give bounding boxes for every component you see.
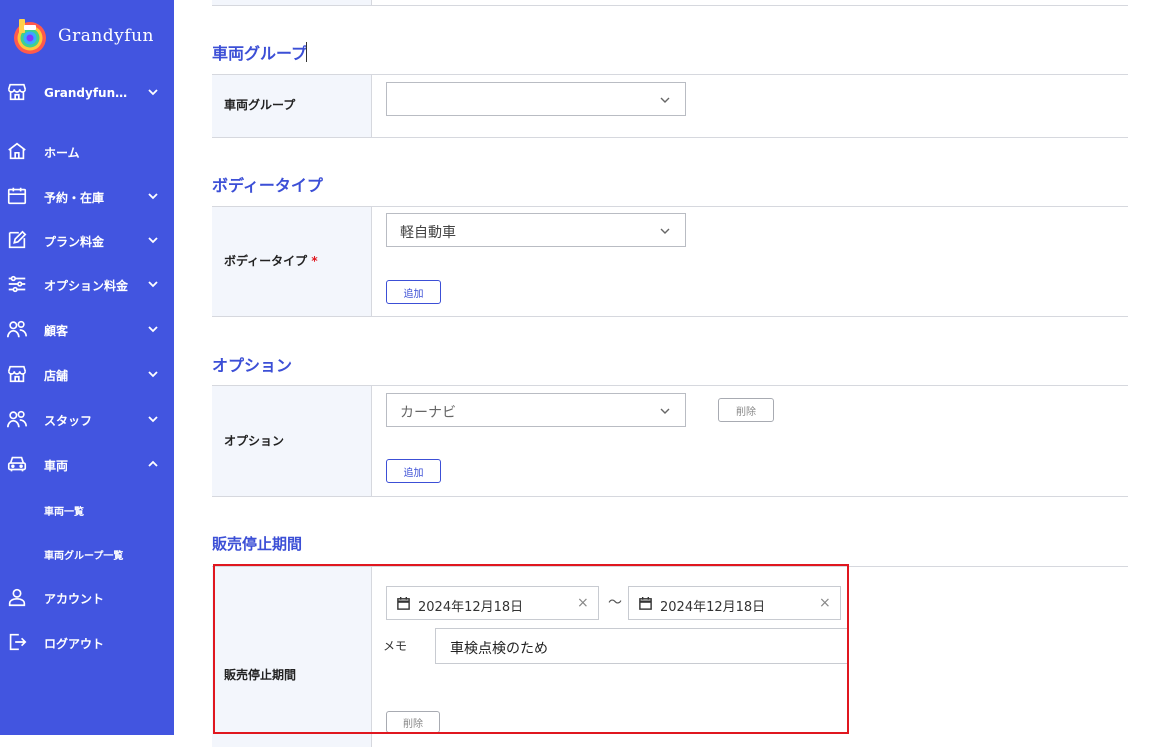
chevron-up-icon xyxy=(148,460,158,467)
memo-input[interactable]: 車検点検のため xyxy=(435,628,847,664)
body-type-label-cell: ボディータイプ * xyxy=(212,207,372,316)
sidebar-item-label: プラン料金 xyxy=(44,234,105,249)
body-type-section-title: ボディータイプ xyxy=(212,176,323,195)
sidebar-item-stores[interactable]: 店舗 xyxy=(0,360,174,390)
memo-label: メモ xyxy=(383,639,408,653)
logo-text: Grandyfun xyxy=(58,26,154,46)
store-icon xyxy=(7,365,27,383)
previous-row-label-cell xyxy=(212,0,372,5)
option-select[interactable]: カーナビ xyxy=(386,393,686,427)
sidebar-item-label: ログアウト xyxy=(44,636,105,651)
chevron-down-icon xyxy=(660,228,670,234)
sidebar-item-customers[interactable]: 顧客 xyxy=(0,315,174,345)
chevron-down-icon xyxy=(148,237,158,244)
date-range-separator: ～ xyxy=(608,595,622,611)
sale-stop-row: 販売停止期間 2024年12月18日 × ～ 2024年12月18日 × メモ … xyxy=(212,566,1128,747)
sidebar-store-selector[interactable]: Grandyfun… xyxy=(0,78,174,108)
calendar-icon xyxy=(639,596,652,610)
chevron-down-icon xyxy=(660,408,670,414)
sidebar-item-label: 顧客 xyxy=(44,323,69,338)
sidebar-item-label: 予約・在庫 xyxy=(44,190,105,205)
store-icon xyxy=(7,83,27,101)
sidebar-subitem-vehicle-list[interactable]: 車両一覧 xyxy=(44,503,84,518)
vehicle-group-section-title: 車両グループ xyxy=(212,44,308,63)
edit-icon xyxy=(8,230,27,249)
users-icon xyxy=(7,320,27,338)
body-type-select[interactable]: 軽自動車 xyxy=(386,213,686,247)
sidebar-item-option-pricing[interactable]: オプション料金 xyxy=(0,270,174,300)
logo-icon xyxy=(14,19,46,54)
sidebar-item-label: スタッフ xyxy=(44,413,93,428)
end-date-input[interactable]: 2024年12月18日 × xyxy=(628,586,841,620)
chevron-down-icon xyxy=(148,89,158,96)
sidebar-item-home[interactable]: ホーム xyxy=(0,137,174,167)
vehicle-group-select[interactable] xyxy=(386,82,686,116)
start-date-input[interactable]: 2024年12月18日 × xyxy=(386,586,599,620)
body-type-select-value: 軽自動車 xyxy=(400,225,456,241)
end-date-value: 2024年12月18日 xyxy=(660,600,766,615)
sidebar-item-vehicles[interactable]: 車両 xyxy=(0,450,174,480)
start-date-value: 2024年12月18日 xyxy=(418,600,524,615)
home-icon xyxy=(8,142,26,160)
sidebar-item-label: ホーム xyxy=(44,145,80,160)
sidebar-item-account[interactable]: アカウント xyxy=(0,583,174,613)
sidebar-item-logout[interactable]: ログアウト xyxy=(0,628,174,658)
option-row: オプション カーナビ 削除 追加 xyxy=(212,385,1128,497)
calendar-icon xyxy=(397,596,410,610)
vehicle-group-label-cell: 車両グループ xyxy=(212,75,372,137)
option-section-title: オプション xyxy=(212,356,293,375)
required-mark: * xyxy=(311,254,318,268)
option-select-value: カーナビ xyxy=(400,405,456,421)
memo-value: 車検点検のため xyxy=(450,641,548,657)
store-selector-label: Grandyfun… xyxy=(44,86,128,100)
sidebar-item-reservations[interactable]: 予約・在庫 xyxy=(0,182,174,212)
clear-end-date-icon[interactable]: × xyxy=(819,595,831,611)
main-content: 車両グループ 車両グループ ボディータイプ ボディータイプ * 軽自動車 追加 … xyxy=(174,0,1157,747)
sidebar-subitem-vehicle-group-list[interactable]: 車両グループ一覧 xyxy=(44,547,123,562)
vehicle-group-row: 車両グループ xyxy=(212,74,1128,138)
calendar-icon xyxy=(7,187,27,205)
chevron-down-icon xyxy=(660,97,670,103)
sale-stop-section-title: 販売停止期間 xyxy=(212,535,303,553)
body-type-row: ボディータイプ * 軽自動車 追加 xyxy=(212,206,1128,317)
option-add-button[interactable]: 追加 xyxy=(386,459,441,483)
chevron-down-icon xyxy=(148,326,158,333)
text-cursor xyxy=(306,42,307,62)
chevron-down-icon xyxy=(148,371,158,378)
previous-row xyxy=(212,0,1128,6)
sliders-icon xyxy=(8,275,26,293)
chevron-down-icon xyxy=(148,193,158,200)
option-label-cell: オプション xyxy=(212,386,372,496)
sidebar-item-label: 車両 xyxy=(44,458,69,473)
sale-stop-delete-button[interactable]: 削除 xyxy=(386,711,440,733)
sidebar-item-plan-pricing[interactable]: プラン料金 xyxy=(0,226,174,256)
sale-stop-label: 販売停止期間 xyxy=(224,668,297,682)
body-type-add-button[interactable]: 追加 xyxy=(386,280,441,304)
chevron-down-icon xyxy=(148,281,158,288)
clear-start-date-icon[interactable]: × xyxy=(577,595,589,611)
logout-icon xyxy=(9,633,27,651)
users-icon xyxy=(7,410,27,428)
sidebar-item-staff[interactable]: スタッフ xyxy=(0,405,174,435)
sidebar-item-label: 店舗 xyxy=(44,368,69,383)
option-delete-button[interactable]: 削除 xyxy=(718,398,774,422)
sidebar: Grandyfun Grandyfun… ホーム 予約・在庫 プラン料金 オプシ… xyxy=(0,0,174,735)
chevron-down-icon xyxy=(148,416,158,423)
vehicle-group-label: 車両グループ xyxy=(224,98,296,112)
body-type-label: ボディータイプ * xyxy=(224,252,318,269)
option-label: オプション xyxy=(224,434,285,448)
user-icon xyxy=(8,588,26,607)
body-type-label-text: ボディータイプ xyxy=(224,254,308,268)
car-icon xyxy=(7,456,27,472)
sale-stop-label-cell: 販売停止期間 xyxy=(212,567,372,747)
sidebar-item-label: アカウント xyxy=(44,591,105,606)
sidebar-item-label: オプション料金 xyxy=(44,278,129,293)
app-logo[interactable]: Grandyfun xyxy=(10,14,154,58)
